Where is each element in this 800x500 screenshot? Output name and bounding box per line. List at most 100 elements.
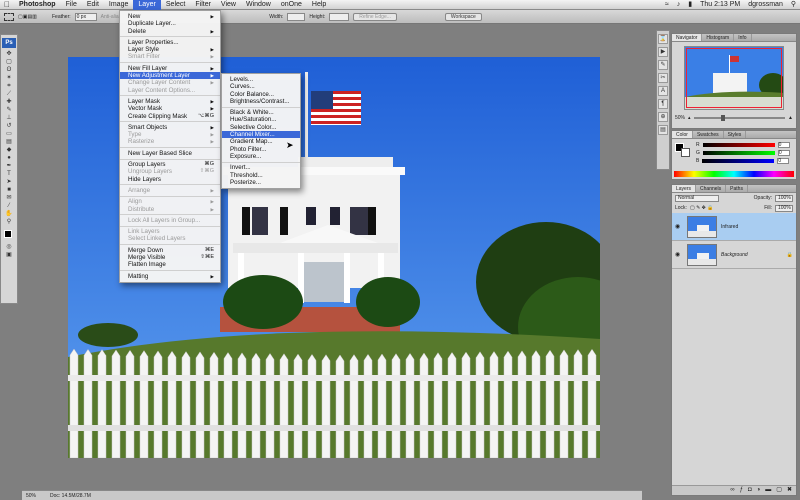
navigator-thumbnail[interactable]: [684, 46, 784, 110]
fx-icon[interactable]: ƒ: [740, 486, 743, 495]
menu-item-merge-visible[interactable]: Merge Visible ⇧⌘E: [120, 254, 220, 261]
pen-tool-icon[interactable]: ✒: [2, 163, 16, 170]
red-value[interactable]: 0: [777, 142, 790, 148]
navigator-view-box[interactable]: [686, 48, 782, 108]
shape-tool-icon[interactable]: ■: [2, 187, 16, 194]
dodge-tool-icon[interactable]: ●: [2, 155, 16, 162]
menu-app[interactable]: Photoshop: [14, 0, 61, 10]
blue-slider[interactable]: [702, 159, 775, 163]
menu-item-duplicate-layer[interactable]: Duplicate Layer...: [120, 20, 220, 27]
menu-item-channel-mixer[interactable]: Channel Mixer...: [222, 131, 300, 139]
menu-filter[interactable]: Filter: [190, 0, 216, 10]
adjustment-icon[interactable]: ◑: [757, 486, 761, 495]
brush-tool-icon[interactable]: ✎: [2, 107, 16, 114]
navigator-zoom-value[interactable]: 50%: [675, 115, 685, 121]
character-icon[interactable]: A: [658, 86, 668, 96]
folder-icon[interactable]: ▬: [765, 486, 771, 495]
tab-histogram[interactable]: Histogram: [702, 34, 735, 41]
menu-item-invert[interactable]: Invert...: [222, 164, 300, 171]
width-input[interactable]: [287, 12, 306, 21]
eraser-tool-icon[interactable]: ▭: [2, 131, 16, 138]
lock-icons[interactable]: ▢ ✎ ✥ 🔒: [690, 205, 714, 211]
feather-input[interactable]: 0 px: [74, 12, 97, 21]
tab-layers[interactable]: Layers: [672, 185, 697, 192]
foreground-color-swatch[interactable]: [4, 230, 12, 238]
marquee-tool-icon[interactable]: [4, 12, 14, 21]
history-icon[interactable]: ⌛: [658, 34, 668, 44]
screen-mode-icon[interactable]: ▣: [2, 252, 16, 259]
menu-item-matting[interactable]: Matting ▶: [120, 273, 220, 280]
menu-window[interactable]: Window: [241, 0, 276, 10]
tab-channels[interactable]: Channels: [696, 185, 727, 192]
spotlight-icon[interactable]: ⚲: [787, 0, 800, 10]
menu-item-exposure[interactable]: Exposure...: [222, 153, 300, 160]
lasso-tool-icon[interactable]: ʘ: [2, 67, 16, 74]
menu-item-levels[interactable]: Levels...: [222, 76, 300, 83]
tab-swatches[interactable]: Swatches: [693, 131, 724, 138]
gradient-tool-icon[interactable]: ▤: [2, 139, 16, 146]
menu-item-curves[interactable]: Curves...: [222, 83, 300, 90]
menu-item-delete[interactable]: Delete ▶: [120, 28, 220, 35]
menu-file[interactable]: File: [61, 0, 82, 10]
selection-mode-icons[interactable]: ▢▣▤▥: [18, 14, 48, 20]
tool-presets-icon[interactable]: ✂: [658, 73, 668, 83]
eye-icon[interactable]: ◉: [675, 223, 683, 230]
eyedropper-tool-icon[interactable]: ⁄: [2, 203, 16, 210]
healing-tool-icon[interactable]: ✚: [2, 99, 16, 106]
menu-item-vector-mask[interactable]: Vector Mask ▶: [120, 105, 220, 112]
blue-value[interactable]: 0: [777, 158, 790, 164]
menu-item-new-fill-layer[interactable]: New Fill Layer ▶: [120, 65, 220, 72]
crop-tool-icon[interactable]: ⌗: [2, 83, 16, 90]
trash-icon[interactable]: ✖: [787, 486, 792, 495]
mask-icon[interactable]: ◘: [748, 486, 752, 495]
green-slider[interactable]: [702, 151, 775, 155]
menu-item-black-white[interactable]: Black & White...: [222, 109, 300, 116]
tab-styles[interactable]: Styles: [724, 131, 747, 138]
tab-info[interactable]: Info: [734, 34, 752, 41]
menu-layer[interactable]: Layer: [133, 0, 161, 10]
type-tool-icon[interactable]: T: [2, 171, 16, 178]
refine-edge-button[interactable]: Refine Edge...: [353, 12, 397, 21]
apple-icon[interactable]: : [0, 0, 14, 9]
volume-icon[interactable]: ♪: [673, 0, 685, 10]
menu-item-merge-down[interactable]: Merge Down ⌘E: [120, 247, 220, 254]
menu-edit[interactable]: Edit: [82, 0, 104, 10]
color-ramp[interactable]: [674, 171, 794, 177]
quick-mask-icon[interactable]: ◎: [2, 244, 16, 251]
slice-tool-icon[interactable]: ⟋: [2, 91, 16, 98]
menu-item-flatten-image[interactable]: Flatten Image: [120, 261, 220, 268]
menu-item-layer-style[interactable]: Layer Style ▶: [120, 46, 220, 53]
menu-item-posterize[interactable]: Posterize...: [222, 179, 300, 186]
zoom-slider[interactable]: [693, 115, 786, 121]
menu-image[interactable]: Image: [104, 0, 133, 10]
opacity-input[interactable]: 100%: [775, 194, 793, 202]
workspace-button[interactable]: Workspace: [444, 12, 482, 21]
menu-item-brightness-contrast[interactable]: Brightness/Contrast...: [222, 98, 300, 105]
color-background-swatch[interactable]: [681, 148, 690, 157]
tab-color[interactable]: Color: [672, 131, 693, 138]
tab-navigator[interactable]: Navigator: [672, 34, 703, 41]
menu-item-hide-layers[interactable]: Hide Layers: [120, 176, 220, 183]
menu-item-layer-properties[interactable]: Layer Properties...: [120, 39, 220, 46]
new-layer-icon[interactable]: ▢: [776, 486, 782, 495]
menu-onone[interactable]: onOne: [276, 0, 307, 10]
blur-tool-icon[interactable]: ◆: [2, 147, 16, 154]
status-zoom[interactable]: 50%: [26, 493, 36, 499]
fill-input[interactable]: 100%: [775, 204, 793, 212]
layer-name[interactable]: Background: [721, 252, 748, 258]
menu-item-new-layer-based-slice[interactable]: New Layer Based Slice: [120, 150, 220, 157]
menu-item-smart-objects[interactable]: Smart Objects ▶: [120, 124, 220, 131]
clock[interactable]: Thu 2:13 PM: [696, 0, 744, 10]
zoom-tool-icon[interactable]: ⚲: [2, 219, 16, 226]
zoom-in-icon[interactable]: ▲: [788, 115, 793, 121]
tab-paths[interactable]: Paths: [726, 185, 748, 192]
blend-mode-select[interactable]: Normal: [675, 194, 719, 202]
wifi-icon[interactable]: ≈: [661, 0, 673, 10]
menu-item-threshold[interactable]: Threshold...: [222, 172, 300, 179]
zoom-out-icon[interactable]: ▴: [688, 115, 691, 121]
battery-icon[interactable]: ▮: [684, 0, 696, 10]
menu-help[interactable]: Help: [307, 0, 331, 10]
hand-tool-icon[interactable]: ✋: [2, 211, 16, 218]
layer-row-infrared[interactable]: ◉ Infrared: [672, 213, 796, 241]
menu-item-selective-color[interactable]: Selective Color...: [222, 124, 300, 131]
